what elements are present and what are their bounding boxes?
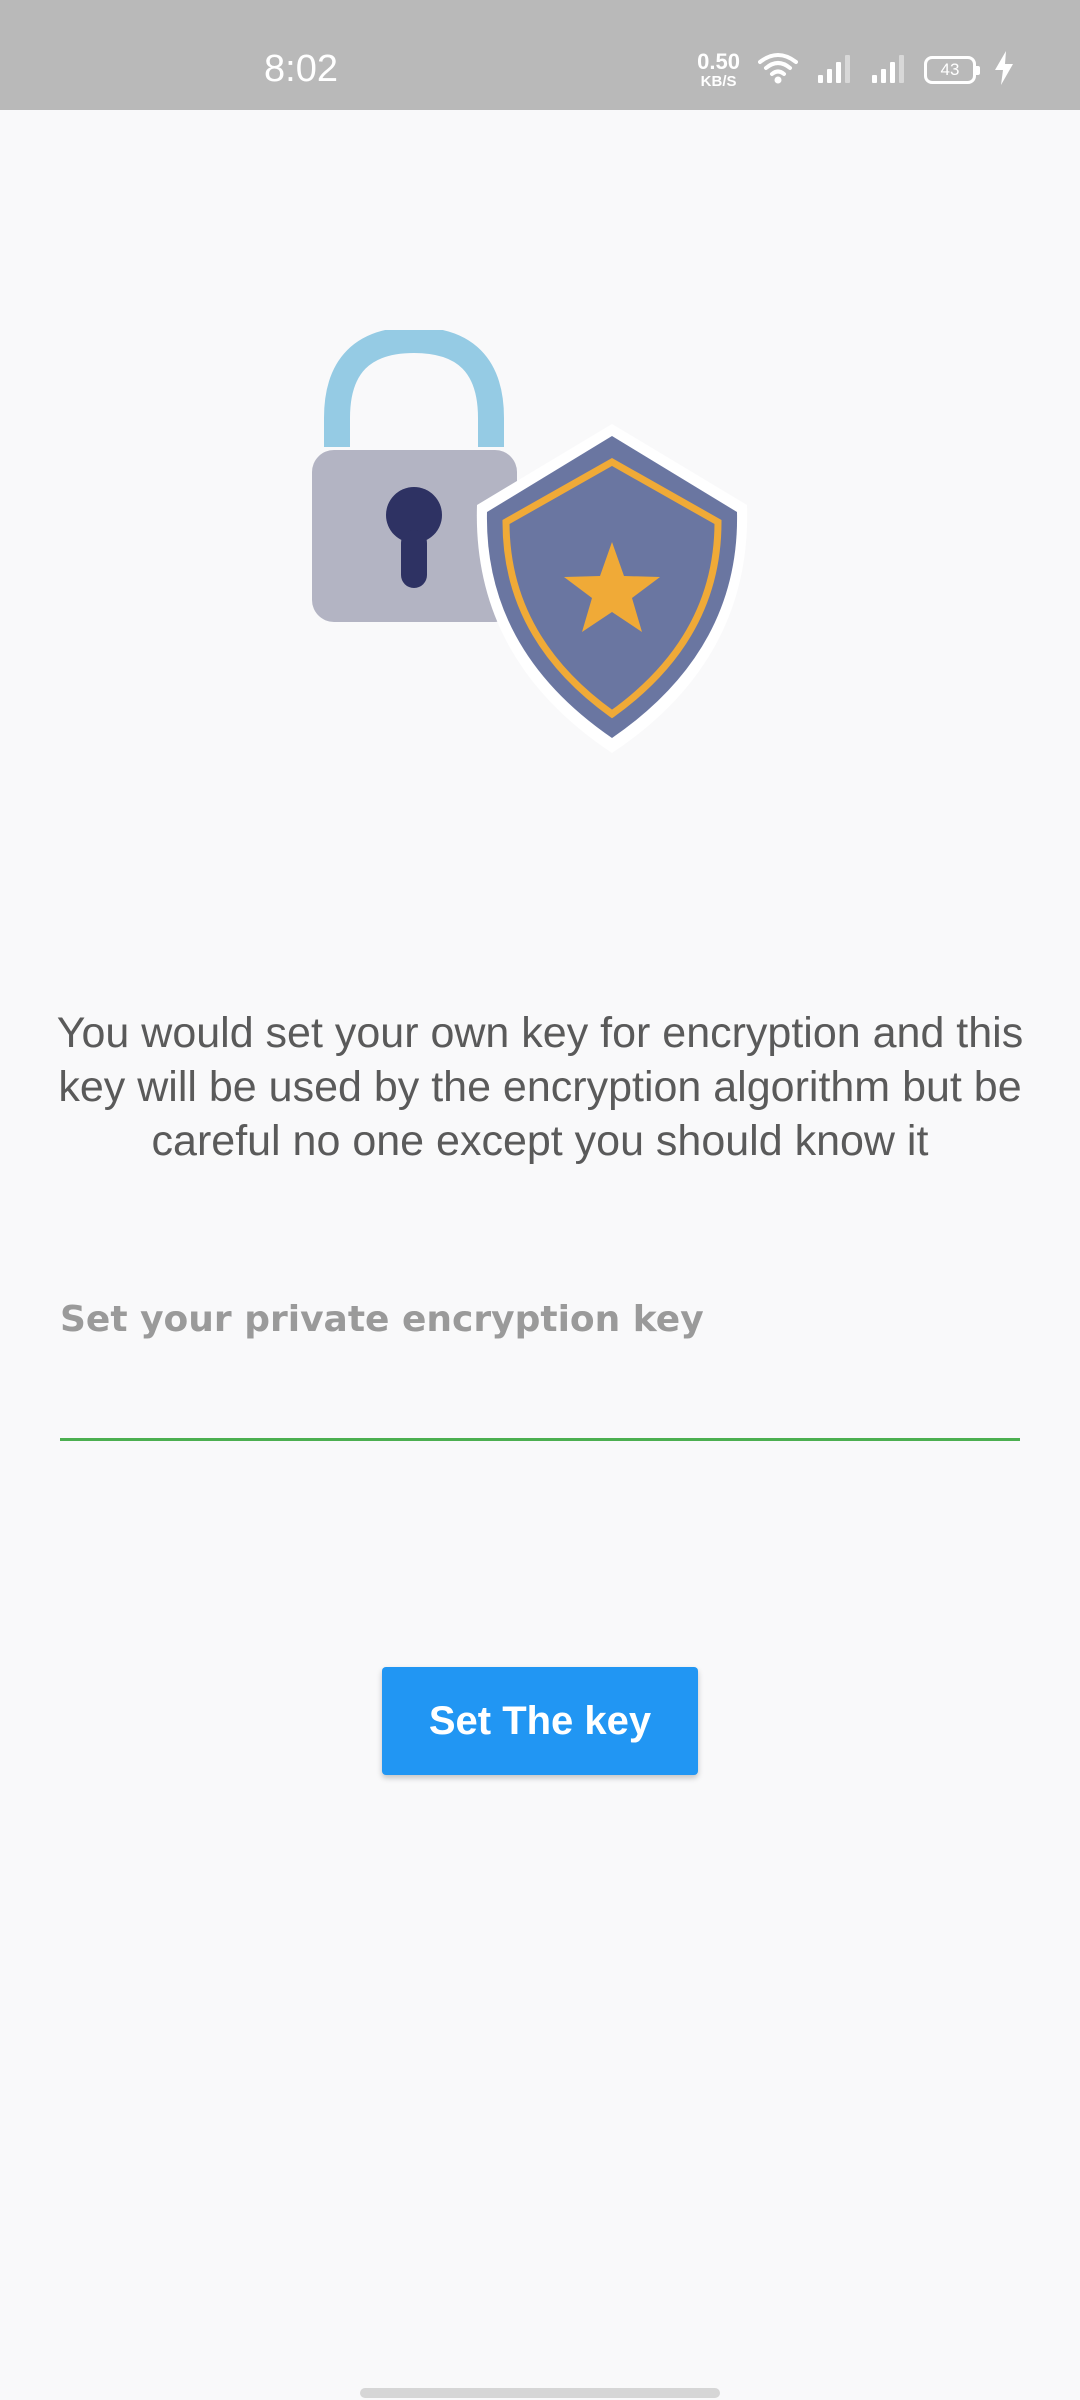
network-speed: 0.50 KB/S [697,49,740,90]
battery-icon: 43 [924,56,980,84]
home-indicator[interactable] [360,2388,720,2398]
app-screen: 8:02 0.50 KB/S 43 You would set your own… [0,0,1080,2400]
charging-icon [994,50,1014,90]
network-speed-unit: KB/S [700,73,737,90]
status-icons: 0.50 KB/S 43 [697,48,1014,92]
network-speed-value: 0.50 [697,49,740,74]
wifi-icon [758,52,798,89]
security-illustration [300,326,760,760]
signal-icon [870,53,906,88]
encryption-key-input[interactable] [60,1290,1020,1350]
battery-level: 43 [940,60,960,79]
set-key-button[interactable]: Set The key [382,1667,698,1775]
input-underline [60,1438,1020,1441]
signal-icon [816,53,852,88]
encryption-description: You would set your own key for encryptio… [56,1009,1024,1165]
status-bar: 8:02 0.50 KB/S 43 [0,0,1080,110]
encryption-key-field [60,1290,1020,1442]
status-time: 8:02 [264,48,338,90]
